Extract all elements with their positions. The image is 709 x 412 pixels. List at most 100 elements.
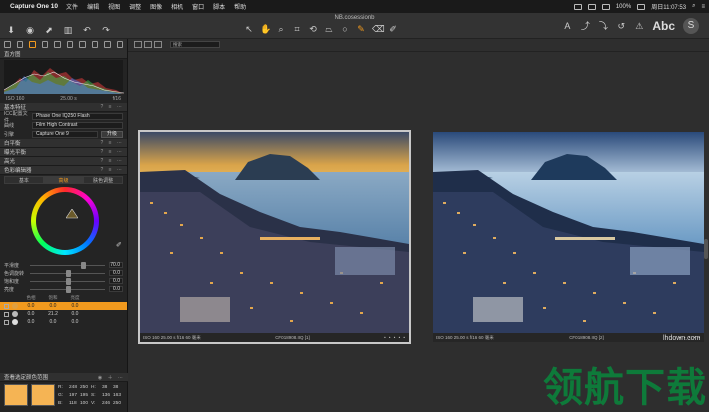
white-balance-header[interactable]: 白平衡 ? ≡ ⋯ bbox=[0, 139, 127, 148]
slider-track[interactable] bbox=[30, 277, 105, 285]
menu-list-icon[interactable]: ≡ bbox=[701, 4, 705, 10]
menu-camera[interactable]: 相机 bbox=[171, 2, 183, 11]
table-cell[interactable]: 0.0 bbox=[42, 319, 64, 325]
rotate-tool-icon[interactable]: ⟲ bbox=[308, 24, 318, 34]
section-controls-icon[interactable]: ◉ ＋ ⋯ bbox=[98, 374, 125, 381]
select-tool-icon[interactable]: ↖ bbox=[244, 24, 254, 34]
annotate-icon[interactable]: A bbox=[562, 21, 572, 31]
text-tool-label[interactable]: Abc bbox=[652, 19, 675, 33]
table-cell[interactable]: 0.0 bbox=[64, 303, 86, 309]
viewer-search-field[interactable]: 搜索 bbox=[170, 41, 220, 48]
library-tab-icon[interactable] bbox=[4, 41, 11, 48]
wechat-icon[interactable] bbox=[587, 3, 596, 10]
brush-tool-icon[interactable]: ✎ bbox=[356, 24, 366, 34]
search-icon[interactable]: ⌕ bbox=[692, 3, 695, 10]
icc-profile-select[interactable]: Phase One IQ250 Flash bbox=[32, 113, 123, 120]
exposure-tab-icon[interactable] bbox=[41, 41, 48, 48]
tab-basic[interactable]: 基本 bbox=[4, 176, 44, 184]
battery-icon[interactable] bbox=[637, 3, 646, 10]
apply-adjustments-icon[interactable]: ⤵ bbox=[598, 21, 608, 31]
details-tab-icon[interactable] bbox=[79, 41, 86, 48]
menu-file[interactable]: 文件 bbox=[66, 2, 78, 11]
image-1-rating[interactable]: • • • • • bbox=[384, 335, 406, 340]
highlight-header[interactable]: 高光 ? ≡ ⋯ bbox=[0, 157, 127, 166]
slider-value[interactable]: 0.0 bbox=[109, 270, 123, 276]
composition-tab-icon[interactable] bbox=[66, 41, 73, 48]
upgrade-engine-button[interactable]: 升级 bbox=[101, 131, 123, 138]
table-row[interactable]: 0.0 0.0 0.0 bbox=[0, 318, 127, 326]
slider-value[interactable]: 70.0 bbox=[109, 262, 123, 268]
table-cell[interactable]: 0.0 bbox=[64, 319, 86, 325]
slider-knob[interactable] bbox=[80, 261, 86, 269]
output-tab-icon[interactable] bbox=[116, 41, 123, 48]
color-editor-header[interactable]: 色彩编辑器 ? ≡ ⋯ bbox=[0, 166, 127, 175]
menu-script[interactable]: 脚本 bbox=[213, 2, 225, 11]
camera-icon[interactable]: ◉ bbox=[25, 25, 35, 35]
viewer-mode-icon[interactable] bbox=[134, 41, 142, 48]
table-row[interactable]: 0.0 0.0 0.0 bbox=[0, 302, 127, 310]
slider-knob[interactable] bbox=[65, 285, 71, 293]
section-controls-icon[interactable]: ? ≡ ⋯ bbox=[101, 158, 124, 164]
curve-select[interactable]: Film High Contrast bbox=[32, 122, 123, 129]
color-tab-icon[interactable] bbox=[29, 41, 36, 48]
hue-range-selector[interactable] bbox=[66, 209, 78, 219]
wifi-icon[interactable] bbox=[601, 3, 610, 10]
tab-skin-tone[interactable]: 肤色调整 bbox=[83, 176, 124, 184]
status-icon[interactable] bbox=[573, 3, 582, 10]
zoom-tool-icon[interactable]: ⌕ bbox=[276, 24, 286, 34]
redo-icon[interactable]: ↷ bbox=[101, 25, 111, 35]
selected-range-header[interactable]: 查看选定颜色范围 ◉ ＋ ⋯ bbox=[0, 373, 128, 382]
eraser-tool-icon[interactable]: ⌫ bbox=[372, 24, 385, 34]
grid-mode-icon[interactable] bbox=[154, 41, 162, 48]
metadata-tab-icon[interactable] bbox=[104, 41, 111, 48]
menu-window[interactable]: 窗口 bbox=[192, 2, 204, 11]
trash-icon[interactable]: ▥ bbox=[63, 25, 73, 35]
row-checkbox[interactable] bbox=[4, 311, 9, 317]
color-balance-header[interactable]: 曝光平衡 ? ≡ ⋯ bbox=[0, 148, 127, 157]
slider-value[interactable]: 0.0 bbox=[109, 286, 123, 292]
warning-icon[interactable]: ⚠ bbox=[634, 21, 644, 31]
table-cell[interactable]: 21.2 bbox=[42, 311, 64, 317]
table-cell[interactable]: 0.0 bbox=[20, 311, 42, 317]
table-row[interactable]: 0.0 21.2 0.0 bbox=[0, 310, 127, 318]
keystone-tool-icon[interactable]: ⏢ bbox=[324, 24, 334, 34]
menu-image[interactable]: 图像 bbox=[150, 2, 162, 11]
slider-knob[interactable] bbox=[65, 269, 71, 277]
row-checkbox[interactable] bbox=[4, 303, 9, 309]
table-cell[interactable]: 0.0 bbox=[20, 319, 42, 325]
image-thumbnail-2[interactable]: ISO 160 25.00 s f/16 60 毫米 CF018908.IIQ … bbox=[433, 132, 704, 342]
capture-tab-icon[interactable] bbox=[16, 41, 23, 48]
browser-mode-icon[interactable] bbox=[144, 41, 152, 48]
local-adjust-tab-icon[interactable] bbox=[91, 41, 98, 48]
pan-tool-icon[interactable]: ✋ bbox=[260, 24, 271, 34]
slider-track[interactable] bbox=[30, 261, 105, 269]
slider-knob[interactable] bbox=[65, 277, 71, 285]
lens-tab-icon[interactable] bbox=[54, 41, 61, 48]
clock[interactable]: 周日11:07:53 bbox=[651, 2, 686, 11]
section-controls-icon[interactable]: ? ≡ ⋯ bbox=[101, 149, 124, 155]
import-icon[interactable]: ⬇ bbox=[6, 25, 16, 35]
menu-help[interactable]: 帮助 bbox=[234, 2, 246, 11]
slider-track[interactable] bbox=[30, 285, 105, 293]
picker-tool-icon[interactable]: ✐ bbox=[388, 24, 398, 34]
slider-track[interactable] bbox=[30, 269, 105, 277]
color-wheel[interactable] bbox=[31, 187, 99, 255]
spot-tool-icon[interactable]: ○ bbox=[340, 24, 350, 34]
histogram-header[interactable]: 直方图 bbox=[0, 50, 127, 59]
menu-view[interactable]: 视图 bbox=[108, 2, 120, 11]
row-checkbox[interactable] bbox=[4, 319, 9, 325]
export-icon[interactable]: ⬈ bbox=[44, 25, 54, 35]
menu-edit[interactable]: 编辑 bbox=[87, 2, 99, 11]
section-controls-icon[interactable]: ? ≡ ⋯ bbox=[101, 140, 124, 146]
table-cell[interactable]: 0.0 bbox=[20, 303, 42, 309]
slider-value[interactable]: 0.0 bbox=[109, 278, 123, 284]
reset-icon[interactable]: ↺ bbox=[616, 21, 626, 31]
table-cell[interactable]: 0.0 bbox=[42, 303, 64, 309]
viewer-scrollbar[interactable] bbox=[704, 239, 708, 259]
app-name-menu[interactable]: Capture One 10 bbox=[10, 3, 58, 10]
undo-icon[interactable]: ↶ bbox=[82, 25, 92, 35]
eyedropper-icon[interactable]: ✐ bbox=[116, 241, 122, 249]
section-controls-icon[interactable]: ? ≡ ⋯ bbox=[101, 167, 124, 173]
crop-tool-icon[interactable]: ⌗ bbox=[292, 24, 302, 34]
copy-adjustments-icon[interactable]: ⤴ bbox=[580, 21, 590, 31]
